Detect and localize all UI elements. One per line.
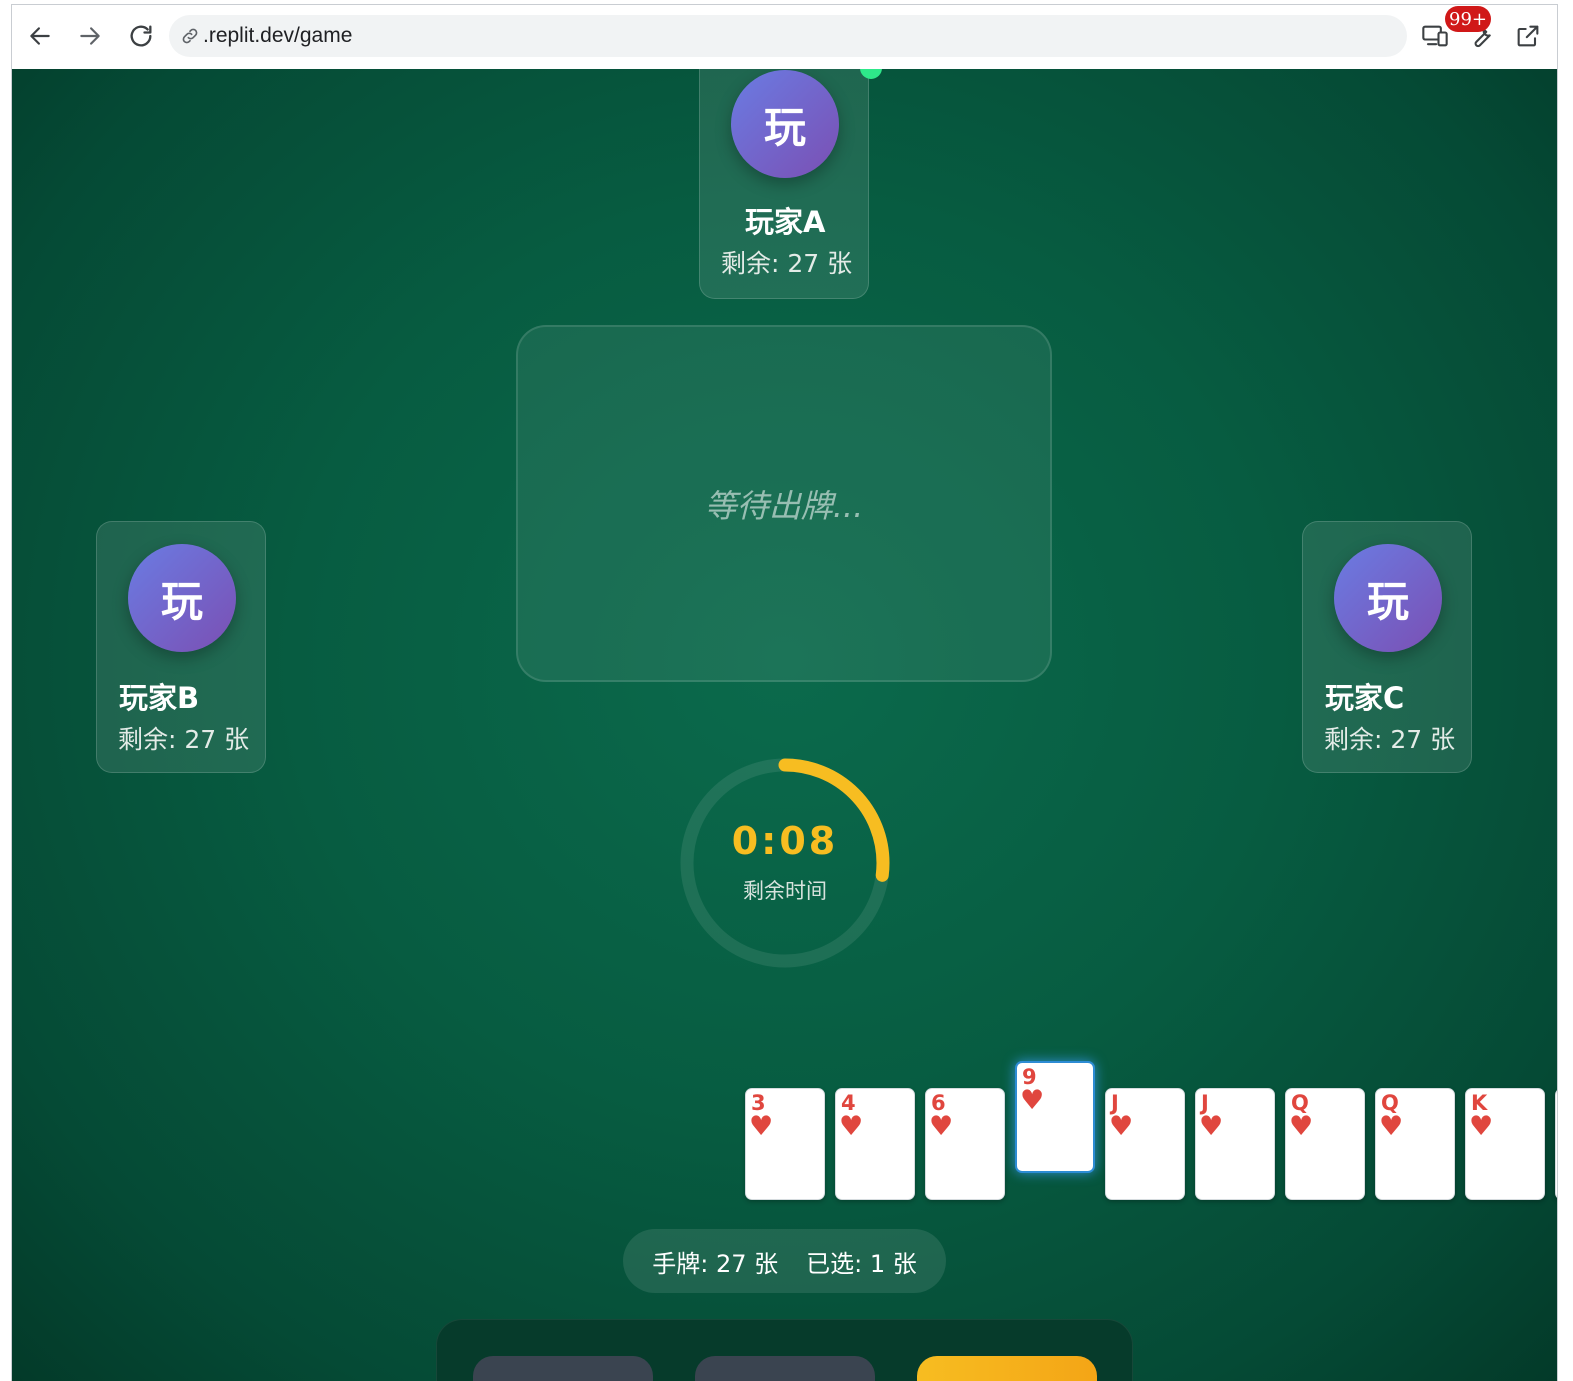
avatar: 玩 [731,70,839,178]
heart-suit-icon: ♥ [839,1111,864,1142]
timer-label: 剩余时间 [743,879,827,903]
hand-info: 手牌: 27 张 已选: 1 张 [623,1229,946,1293]
playing-card[interactable]: 3 ♥ [745,1088,825,1200]
playing-card[interactable]: Q ♥ [1285,1088,1365,1200]
arrow-left-icon [30,27,50,45]
heart-suit-icon: ♥ [1289,1111,1314,1142]
playing-card[interactable]: 6 ♥ [925,1088,1005,1200]
url-text: .replit.dev/game [203,24,353,47]
player-name: 玩家C [1325,681,1405,715]
browser-toolbar: .replit.dev/game [12,5,1557,69]
hand-count: 手牌: 27 张 [652,1249,779,1278]
player-remaining: 剩余: 27 张 [1324,725,1456,754]
devices-icon [1422,25,1448,47]
player-card-top: 玩 玩家A 剩余: 27 张 [699,69,869,299]
player-name: 玩家A [745,205,826,239]
avatar: 玩 [128,544,236,652]
playing-card[interactable]: J ♥ [1195,1088,1275,1200]
address-bar[interactable]: .replit.dev/game [169,15,1407,57]
heart-suit-icon: ♥ [1109,1111,1134,1142]
playing-card[interactable]: 4 ♥ [835,1088,915,1200]
waiting-text: 等待出牌... [704,486,864,525]
open-external-button[interactable] [1511,19,1545,53]
selected-count: 已选: 1 张 [806,1249,917,1278]
back-button[interactable] [25,21,55,51]
action-button-1[interactable] [473,1356,653,1381]
game-table: 玩 玩家A 剩余: 27 张 玩 玩家B 剩余: 27 张 玩 玩家C 剩余: … [12,69,1557,1381]
reload-icon [130,25,152,47]
playing-card[interactable]: J ♥ [1105,1088,1185,1200]
heart-suit-icon: ♥ [1469,1111,1494,1142]
player-remaining: 剩余: 27 张 [721,249,853,278]
playing-card[interactable]: Q ♥ [1375,1088,1455,1200]
player-card-left: 玩 玩家B 剩余: 27 张 [96,521,266,773]
forward-button[interactable] [75,21,105,51]
heart-suit-icon: ♥ [1379,1111,1404,1142]
reload-button[interactable] [126,21,156,51]
countdown-timer: 0:08 剩余时间 [679,757,891,969]
heart-suit-icon: ♥ [1020,1085,1045,1116]
external-link-icon [1517,25,1539,47]
playing-card[interactable] [1555,1088,1557,1200]
action-button-2[interactable] [695,1356,875,1381]
avatar: 玩 [1334,544,1442,652]
action-bar [436,1319,1133,1381]
heart-suit-icon: ♥ [929,1111,954,1142]
link-icon [179,25,201,47]
action-button-primary[interactable] [917,1356,1097,1381]
playing-card[interactable]: K ♥ [1465,1088,1545,1200]
window-border [1557,4,1558,1381]
player-card-right: 玩 玩家C 剩余: 27 张 [1302,521,1472,773]
player-name: 玩家B [119,681,200,715]
playing-card[interactable]: 9 ♥ [1015,1061,1095,1173]
play-area: 等待出牌... [516,325,1052,682]
heart-suit-icon: ♥ [1199,1111,1224,1142]
player-remaining: 剩余: 27 张 [118,725,250,754]
timer-value: 0:08 [731,819,839,863]
arrow-right-icon [80,27,100,45]
notification-badge: 99+ [1445,6,1491,32]
timer-ring [680,758,890,968]
heart-suit-icon: ♥ [749,1111,774,1142]
